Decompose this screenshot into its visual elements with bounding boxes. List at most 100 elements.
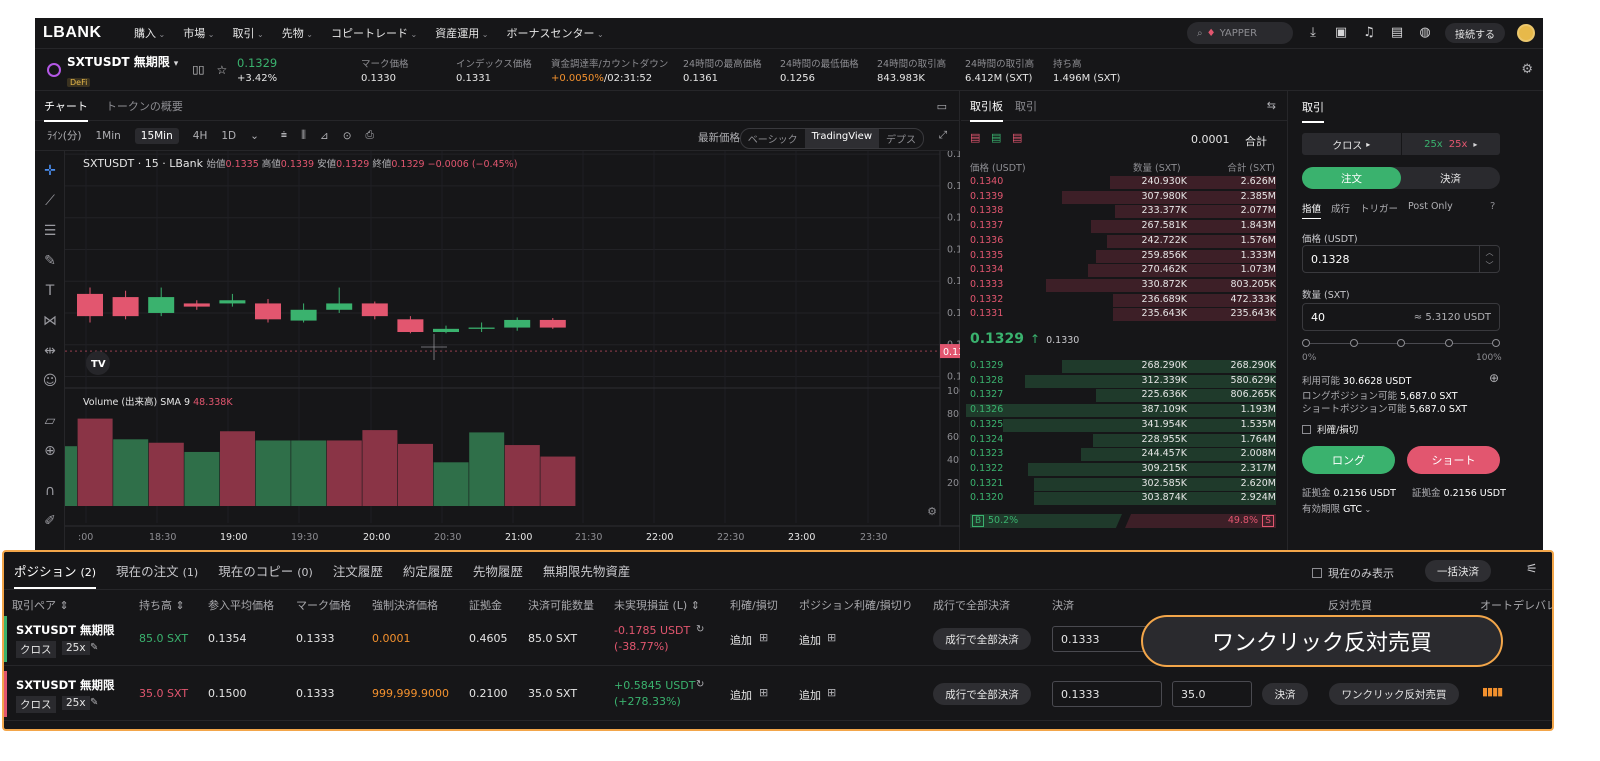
add-tpsl-link[interactable]: 追加 — [730, 687, 752, 703]
order-type-limit[interactable]: 指値 — [1302, 201, 1322, 219]
study-icon[interactable]: ⊿ — [320, 130, 329, 142]
bid-row[interactable]: 0.1325 341.954K 1.535M — [961, 418, 1288, 433]
orderbook-settings-icon[interactable]: ⇆ — [1267, 99, 1276, 112]
help-icon[interactable]: ? — [1490, 201, 1495, 212]
trendline-icon[interactable]: ⟋ — [42, 193, 58, 209]
position-pair[interactable]: SXTUSDT 無期限 — [16, 622, 115, 638]
timeframe-15min[interactable]: 15Min — [134, 127, 179, 144]
column-header[interactable]: 反対売買 — [1328, 597, 1372, 613]
price-stepper-icon[interactable]: ︿ ﹀ — [1479, 246, 1499, 272]
add-position-tpsl-link[interactable]: 追加 — [799, 632, 821, 648]
document-icon[interactable]: ▤ — [1389, 25, 1405, 41]
nav-item[interactable]: ボーナスセンター ⌄ — [507, 25, 604, 41]
precision-select[interactable]: 0.0001 — [1191, 133, 1230, 146]
column-header[interactable]: 成行で全部決済 — [933, 597, 1010, 613]
camera-icon[interactable]: ⎙ — [366, 129, 374, 142]
positions-tab[interactable]: 現在のコピー (0) — [218, 561, 313, 580]
timeframe-1d[interactable]: 1D — [221, 130, 236, 142]
view-basic[interactable]: ベーシック — [741, 129, 805, 148]
positions-tab[interactable]: 無期限先物資産 — [543, 561, 631, 580]
tab-trades[interactable]: 取引 — [1015, 98, 1037, 114]
lock-draw-icon[interactable]: ✐ — [42, 513, 58, 529]
positions-tab[interactable]: 先物履歴 — [473, 561, 523, 580]
bell-icon[interactable]: ♫ — [1361, 25, 1377, 41]
one-click-reverse-button[interactable]: ワンクリック反対売買 — [1329, 683, 1459, 705]
nav-item[interactable]: コピートレード ⌄ — [331, 25, 417, 41]
show-current-only[interactable]: 現在のみ表示 — [1312, 565, 1394, 581]
indicator-icon[interactable]: ⩧ — [281, 129, 287, 142]
add-funds-icon[interactable]: ⊕ — [1489, 371, 1499, 385]
tab-token-overview[interactable]: トークンの概要 — [106, 98, 183, 114]
download-icon[interactable]: ⤓ — [1305, 25, 1321, 41]
view-tradingview[interactable]: TradingView — [804, 129, 879, 148]
fullscreen-icon[interactable]: ⤢ — [939, 129, 947, 142]
emoji-icon[interactable]: ☺ — [42, 373, 58, 389]
ask-row[interactable]: 0.1332 236.689K 472.333K — [961, 293, 1288, 308]
symbol-selector[interactable]: SXTUSDT 無期限 ▾ DeFi ▯▯ ☆ — [47, 51, 237, 89]
edit-leverage-icon[interactable]: ✎ — [90, 642, 98, 653]
bid-row[interactable]: 0.1320 303.874K 2.924M — [961, 491, 1288, 506]
magnet-icon[interactable]: ∩ — [42, 483, 58, 499]
ask-row[interactable]: 0.1338 233.377K 2.077M — [961, 204, 1288, 219]
ask-row[interactable]: 0.1334 270.462K 1.073M — [961, 263, 1288, 278]
order-type-postonly[interactable]: Post Only — [1408, 201, 1453, 219]
column-header[interactable]: 決済 — [1052, 597, 1074, 613]
settings-icon[interactable]: ⚙ — [1521, 62, 1533, 77]
bid-row[interactable]: 0.1321 302.585K 2.620M — [961, 477, 1288, 492]
maximize-icon[interactable]: ▭ — [937, 100, 947, 113]
globe-icon[interactable]: ◍ — [1417, 25, 1433, 41]
star-icon[interactable]: ☆ — [216, 63, 227, 77]
order-type-trigger[interactable]: トリガー — [1360, 201, 1398, 219]
positions-tab[interactable]: 現在の注文 (1) — [116, 561, 198, 580]
market-close-all-button[interactable]: 成行で全部決済 — [933, 628, 1031, 650]
bid-row[interactable]: 0.1324 228.955K 1.764M — [961, 433, 1288, 448]
book-icon[interactable]: ▯▯ — [192, 63, 204, 76]
bid-row[interactable]: 0.1326 387.109K 1.193M — [961, 403, 1288, 418]
column-header[interactable]: 未実現損益 (L) ⇕ — [614, 597, 700, 613]
target-icon[interactable]: ⊙ — [343, 130, 352, 142]
layout-bids-icon[interactable]: ▤ — [991, 131, 1001, 144]
column-header[interactable]: 持ち高 ⇕ — [139, 597, 185, 613]
plus-box-icon[interactable]: ⊞ — [759, 631, 768, 644]
pattern-icon[interactable]: ⋈ — [42, 313, 58, 329]
slider-dot[interactable] — [1302, 339, 1310, 347]
aggregation-select[interactable]: 合計 — [1245, 133, 1267, 149]
close-all-button[interactable]: 一括決済 — [1425, 560, 1491, 582]
column-header[interactable]: 利確/損切 — [730, 597, 778, 613]
wallet-icon[interactable]: ▣ — [1333, 25, 1349, 41]
measure-tool-icon[interactable]: ⇹ — [42, 343, 58, 359]
market-close-all-button[interactable]: 成行で全部決済 — [933, 683, 1031, 705]
qty-label[interactable]: 数量 (SXT) — [1302, 287, 1350, 301]
nav-item[interactable]: 市場 ⌄ — [183, 25, 214, 41]
add-tpsl-link[interactable]: 追加 — [730, 632, 752, 648]
search-input[interactable]: ⌕ ♦ YAPPER — [1187, 22, 1293, 44]
candle-type-icon[interactable]: ⫼ — [301, 129, 306, 142]
open-tab[interactable]: 注文 — [1302, 167, 1401, 189]
close-price-input[interactable]: 0.1333 — [1052, 681, 1162, 707]
zoom-icon[interactable]: ⊕ — [42, 443, 58, 459]
timeframe-4h[interactable]: 4H — [193, 130, 208, 142]
positions-tab[interactable]: 注文履歴 — [333, 561, 383, 580]
ask-row[interactable]: 0.1331 235.643K 235.643K — [961, 307, 1288, 322]
plus-box-icon[interactable]: ⊞ — [827, 686, 836, 699]
leverage-badge[interactable]: 25x — [62, 696, 90, 710]
slider-dot[interactable] — [1397, 339, 1405, 347]
view-depth[interactable]: デプス — [879, 129, 923, 148]
qty-input[interactable]: 40 ≈ 5.3120 USDT — [1302, 303, 1500, 331]
slider-dot[interactable] — [1444, 339, 1453, 347]
positions-tab[interactable]: 約定履歴 — [403, 561, 453, 580]
cross-margin-select[interactable]: クロス ▸ — [1302, 133, 1402, 155]
layout-asks-icon[interactable]: ▤ — [1012, 131, 1022, 144]
edit-leverage-icon[interactable]: ✎ — [90, 697, 98, 708]
column-header[interactable]: 取引ペア ⇕ — [12, 597, 69, 613]
fib-icon[interactable]: ☰ — [42, 223, 58, 239]
long-button[interactable]: ロング — [1302, 446, 1395, 474]
share-pnl-icon[interactable]: ↻ — [696, 624, 704, 635]
ask-row[interactable]: 0.1340 240.930K 2.626M — [961, 175, 1288, 190]
leverage-select[interactable]: 25x 25x ▸ — [1402, 133, 1501, 155]
layout-both-icon[interactable]: ▤ — [970, 131, 980, 144]
time-in-force[interactable]: 有効期限 GTC ⌄ — [1302, 501, 1371, 515]
nav-item[interactable]: 購入 ⌄ — [134, 25, 165, 41]
bid-row[interactable]: 0.1327 225.636K 806.265K — [961, 388, 1288, 403]
nav-item[interactable]: 取引 ⌄ — [233, 25, 264, 41]
